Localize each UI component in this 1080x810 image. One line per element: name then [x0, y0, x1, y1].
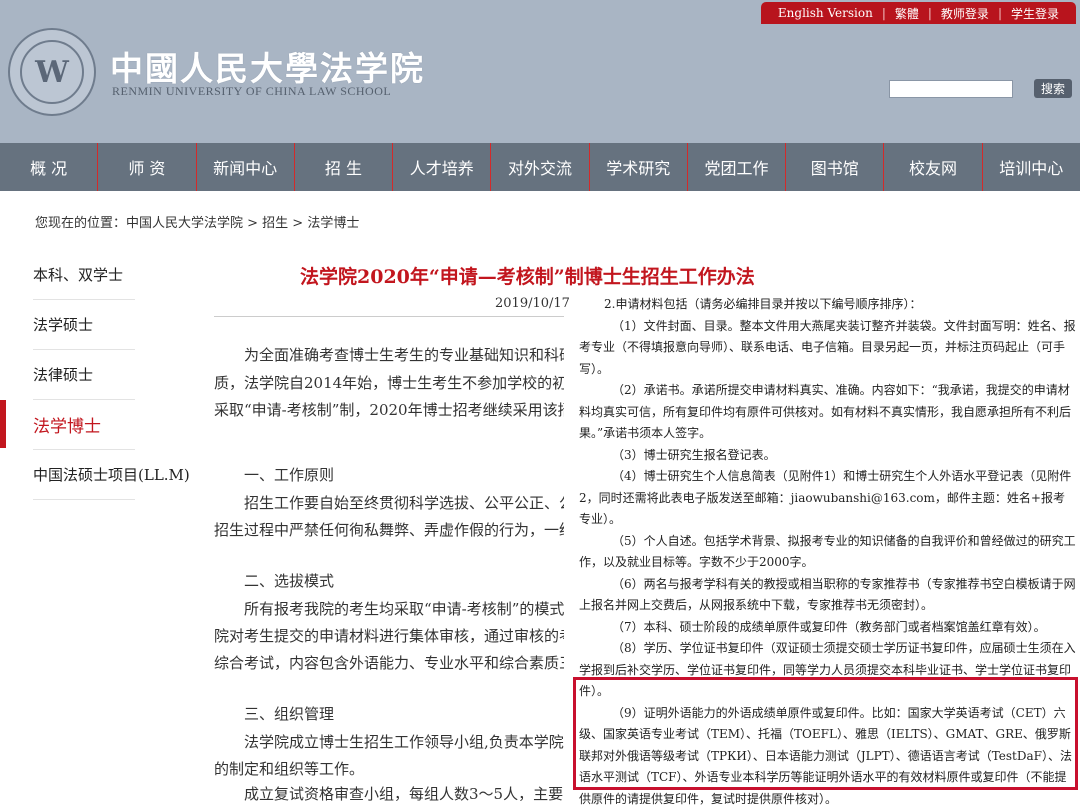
top-links-bar: English Version | 繁體 | 教师登录 | 学生登录	[761, 2, 1076, 24]
nav-item-research[interactable]: 学术研究	[590, 143, 688, 191]
nav-item-education[interactable]: 人才培养	[393, 143, 491, 191]
article-line: 成立复试资格审查小组，每组人数3～5人，主要	[214, 780, 564, 808]
site-header: English Version | 繁體 | 教师登录 | 学生登录 W 中國人…	[0, 0, 1080, 143]
panel-item: （6）两名与报考学科有关的教授或相当职称的专家推荐书（专家推荐书空白模板请于网上…	[574, 574, 1080, 617]
section-heading: 三、组织管理	[214, 700, 564, 728]
sidebar-item-phd[interactable]: 法学博士	[33, 400, 135, 450]
school-name-english: RENMIN UNIVERSITY OF CHINA LAW SCHOOL	[112, 84, 391, 99]
panel-item: （7）本科、硕士阶段的成绩单原件或复印件（教务部门或者档案馆盖红章有效）。	[574, 617, 1080, 639]
search-input[interactable]	[889, 80, 1013, 98]
article-line: 的制定和组织等工作。	[214, 755, 564, 783]
article-title: 法学院2020年“申请—考核制”制博士生招生工作办法	[300, 262, 755, 289]
sidebar-item-undergraduate[interactable]: 本科、双学士	[33, 250, 135, 300]
nav-item-news[interactable]: 新闻中心	[197, 143, 295, 191]
article-line: 为全面准确考查博士生考生的专业基础知识和科研	[214, 341, 564, 369]
nav-item-overview[interactable]: 概 况	[0, 143, 98, 191]
highlight-box	[573, 677, 1078, 790]
school-name-chinese: 中國人民大學法学院	[110, 42, 425, 90]
article-date: 2019/10/17	[495, 296, 570, 311]
article-line: 招生工作要自始至终贯彻科学选拔、公平公正、公	[214, 489, 564, 517]
sidebar: 本科、双学士 法学硕士 法律硕士 法学博士 中国法硕士项目(LL.M)	[0, 250, 190, 500]
teacher-login-link[interactable]: 教师登录	[932, 5, 998, 22]
article-line: 院对考生提交的申请材料进行集体审核，通过审核的考	[214, 622, 564, 650]
traditional-chinese-link[interactable]: 繁體	[886, 5, 928, 22]
nav-item-international[interactable]: 对外交流	[491, 143, 589, 191]
section-heading: 一、工作原则	[214, 461, 564, 489]
divider	[214, 316, 564, 317]
sidebar-item-china-law-llm[interactable]: 中国法硕士项目(LL.M)	[33, 450, 135, 500]
article-line: 综合考试，内容包含外语能力、专业水平和综合素质三	[214, 649, 564, 677]
nav-item-admissions[interactable]: 招 生	[295, 143, 393, 191]
article-line: 采取“申请-考核制”制，2020年博士招考继续采用该招	[214, 396, 564, 424]
search-button[interactable]: 搜索	[1034, 79, 1072, 98]
sidebar-item-jm-master[interactable]: 法律硕士	[33, 350, 135, 400]
article-line: 所有报考我院的考生均采取“申请-考核制”的模式	[214, 595, 564, 623]
university-seal-logo[interactable]: W	[8, 28, 96, 116]
article-line: 法学院成立博士生招生工作领导小组,负责本学院	[214, 728, 564, 756]
nav-item-party[interactable]: 党团工作	[688, 143, 786, 191]
panel-item: （2）承诺书。承诺所提交申请材料真实、准确。内容如下：“我承诺，我提交的申请材料…	[574, 380, 1080, 445]
section-heading: 二、选拔模式	[214, 567, 564, 595]
article-line: 招生过程中严禁任何徇私舞弊、弄虚作假的行为，一经	[214, 516, 564, 544]
panel-item: （1）文件封面、目录。整本文件用大燕尾夹装订整齐并装袋。文件封面写明：姓名、报考…	[574, 316, 1080, 381]
nav-item-faculty[interactable]: 师 资	[98, 143, 196, 191]
nav-item-alumni[interactable]: 校友网	[884, 143, 982, 191]
panel-item: （4）博士研究生个人信息简表（见附件1）和博士研究生个人外语水平登记表（见附件2…	[574, 466, 1080, 531]
english-version-link[interactable]: English Version	[769, 6, 882, 20]
sidebar-item-llm-master[interactable]: 法学硕士	[33, 300, 135, 350]
panel-item: （3）博士研究生报名登记表。	[574, 445, 1080, 467]
breadcrumb: 您现在的位置：中国人民大学法学院 > 招生 > 法学博士	[35, 212, 359, 231]
main-nav: 概 况 师 资 新闻中心 招 生 人才培养 对外交流 学术研究 党团工作 图书馆…	[0, 143, 1080, 191]
student-login-link[interactable]: 学生登录	[1002, 5, 1068, 22]
panel-item: （5）个人自述。包括学术背景、拟报考专业的知识储备的自我评价和曾经做过的研究工作…	[574, 531, 1080, 574]
panel-heading: 2.申请材料包括（请务必编排目录并按以下编号顺序排序）：	[574, 294, 1080, 316]
nav-item-training[interactable]: 培训中心	[983, 143, 1080, 191]
article-line: 质，法学院自2014年始，博士生考生不参加学校的初试	[214, 369, 564, 397]
nav-item-library[interactable]: 图书馆	[786, 143, 884, 191]
seal-letter: W	[20, 40, 84, 104]
